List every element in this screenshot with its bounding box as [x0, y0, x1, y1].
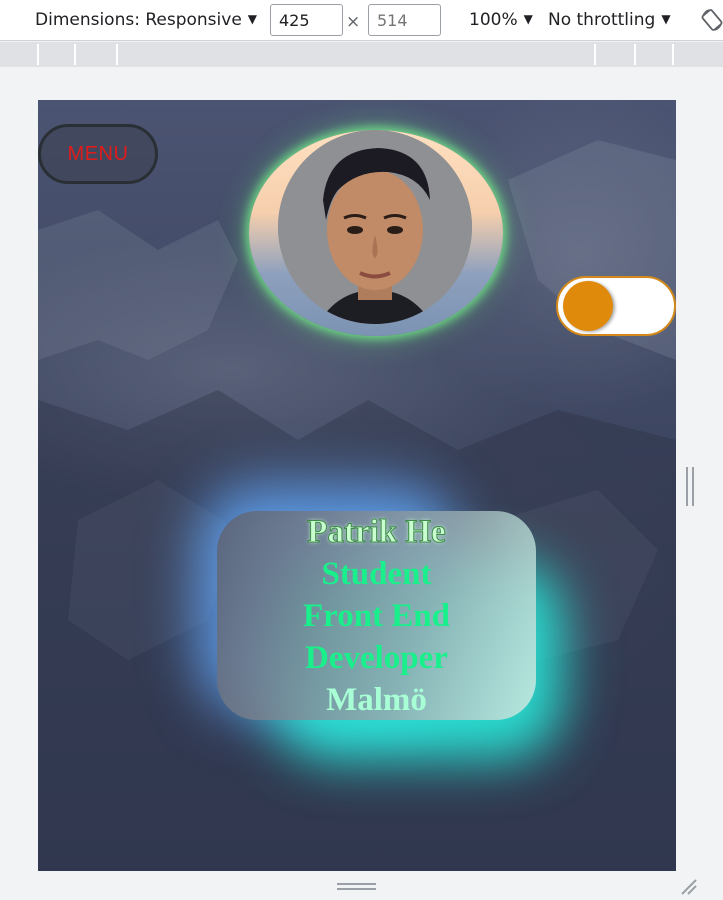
device-toolbar: Dimensions: Responsive ▼ × 100% ▼ No throt… [0, 0, 723, 41]
times-sign: × [346, 12, 361, 32]
intro-card: Patrik He Student Front End Developer Ma… [217, 511, 536, 720]
dimensions-label: Dimensions: Responsive [35, 10, 242, 30]
theme-toggle[interactable] [556, 276, 676, 336]
avatar [249, 130, 503, 336]
caret-down-icon: ▼ [523, 12, 533, 26]
zoom-dropdown[interactable]: 100% ▼ [469, 0, 533, 41]
caret-down-icon: ▼ [247, 12, 258, 26]
throttling-dropdown[interactable]: No throttling ▼ [548, 0, 671, 41]
rotate-device-icon[interactable] [701, 8, 723, 32]
ruler-tick [634, 44, 636, 65]
role-text: Developer [305, 640, 448, 676]
width-resize-handle[interactable] [686, 467, 694, 506]
city-text: Malmö [326, 682, 427, 718]
ruler-tick [116, 44, 118, 65]
throttling-label: No throttling [548, 10, 656, 30]
role-text: Student [321, 556, 432, 592]
menu-button[interactable]: MENU [38, 124, 158, 184]
name-text: Patrik He [307, 514, 446, 551]
ruler-tick [37, 44, 39, 65]
dimensions-dropdown[interactable]: Dimensions: Responsive ▼ [35, 0, 257, 41]
height-input[interactable] [368, 4, 441, 36]
profile-photo-illustration [278, 130, 472, 324]
zoom-label: 100% [469, 10, 518, 30]
ruler-tick [74, 44, 76, 65]
media-query-bar[interactable] [0, 42, 723, 67]
corner-resize-icon[interactable] [680, 878, 698, 896]
device-viewport: MENU Patrik He Student Front End Develop… [38, 100, 676, 871]
height-resize-handle[interactable] [337, 883, 376, 890]
role-text: Front End [302, 598, 451, 634]
profile-photo [278, 130, 472, 324]
width-input[interactable] [270, 4, 343, 36]
caret-down-icon: ▼ [661, 12, 671, 26]
ruler-tick [594, 44, 596, 65]
ruler-tick [672, 44, 674, 65]
toggle-knob [563, 281, 613, 331]
